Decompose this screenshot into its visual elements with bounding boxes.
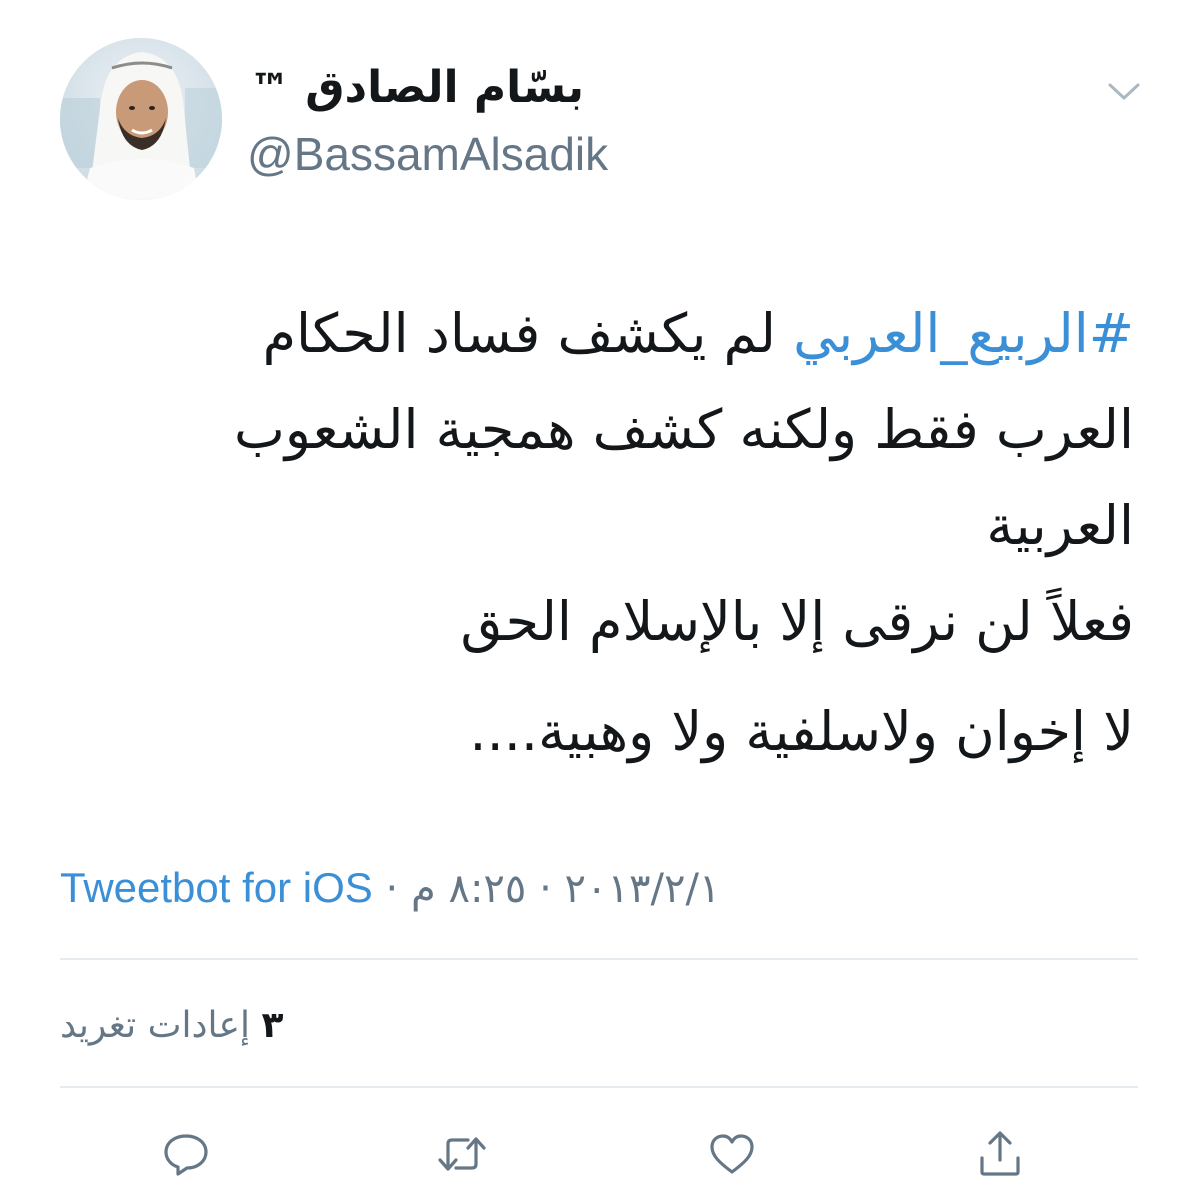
hashtag-link[interactable]: #الربيع_العربي bbox=[793, 302, 1134, 365]
tweet-line-3: العربية bbox=[986, 494, 1134, 557]
meta-separator: · bbox=[526, 866, 565, 912]
like-icon bbox=[710, 1134, 754, 1174]
like-button[interactable] bbox=[702, 1124, 762, 1184]
reply-button[interactable] bbox=[156, 1124, 216, 1184]
retweet-stats[interactable]: ٣ إعادات تغريد bbox=[60, 996, 283, 1056]
tweet-line-5: لا إخوان ولاسلفية ولا وهبية.... bbox=[469, 700, 1134, 763]
display-name-text: بسّام الصادق bbox=[305, 62, 584, 113]
tweet-line-2: العرب فقط ولكنه كشف همجية الشعوب bbox=[234, 398, 1134, 461]
tweet-line-1: #الربيع_العربي لم يكشف فساد الحكام bbox=[60, 286, 1134, 382]
retweet-count: ٣ bbox=[261, 1005, 284, 1046]
source-link[interactable]: Tweetbot for iOS bbox=[60, 864, 373, 911]
trademark-symbol: ™ bbox=[249, 66, 290, 112]
tweet-line-4: فعلاً لن نرقى إلا بالإسلام الحق bbox=[460, 590, 1134, 653]
reply-icon bbox=[164, 1134, 208, 1176]
tweet-time: ٨:٢٥ م bbox=[410, 866, 527, 912]
share-button[interactable] bbox=[970, 1124, 1030, 1184]
divider bbox=[60, 1086, 1138, 1088]
chevron-down-icon bbox=[1108, 83, 1140, 100]
retweet-button[interactable] bbox=[432, 1124, 492, 1184]
share-icon bbox=[980, 1131, 1020, 1176]
tweet-line-1-text: لم يكشف فساد الحكام bbox=[262, 302, 794, 365]
divider bbox=[60, 958, 1138, 960]
tweet-menu-button[interactable] bbox=[1102, 72, 1146, 112]
retweet-label: إعادات تغريد bbox=[60, 1005, 250, 1046]
profile-photo-icon bbox=[60, 38, 222, 200]
author-display-name[interactable]: ™ بسّام الصادق bbox=[250, 58, 584, 119]
meta-separator: · bbox=[372, 866, 411, 912]
author-avatar[interactable] bbox=[60, 38, 222, 200]
author-handle[interactable]: @BassamAlsadik bbox=[247, 124, 608, 184]
tweet-date: ٢٠١٣/٢/١ bbox=[564, 866, 721, 912]
tweet-metadata: Tweetbot for iOS · ٢٠١٣/٢/١ · ٨:٢٥ م bbox=[60, 860, 720, 917]
tweet-text: #الربيع_العربي لم يكشف فساد الحكام العرب… bbox=[60, 286, 1134, 780]
retweet-icon bbox=[438, 1137, 486, 1171]
